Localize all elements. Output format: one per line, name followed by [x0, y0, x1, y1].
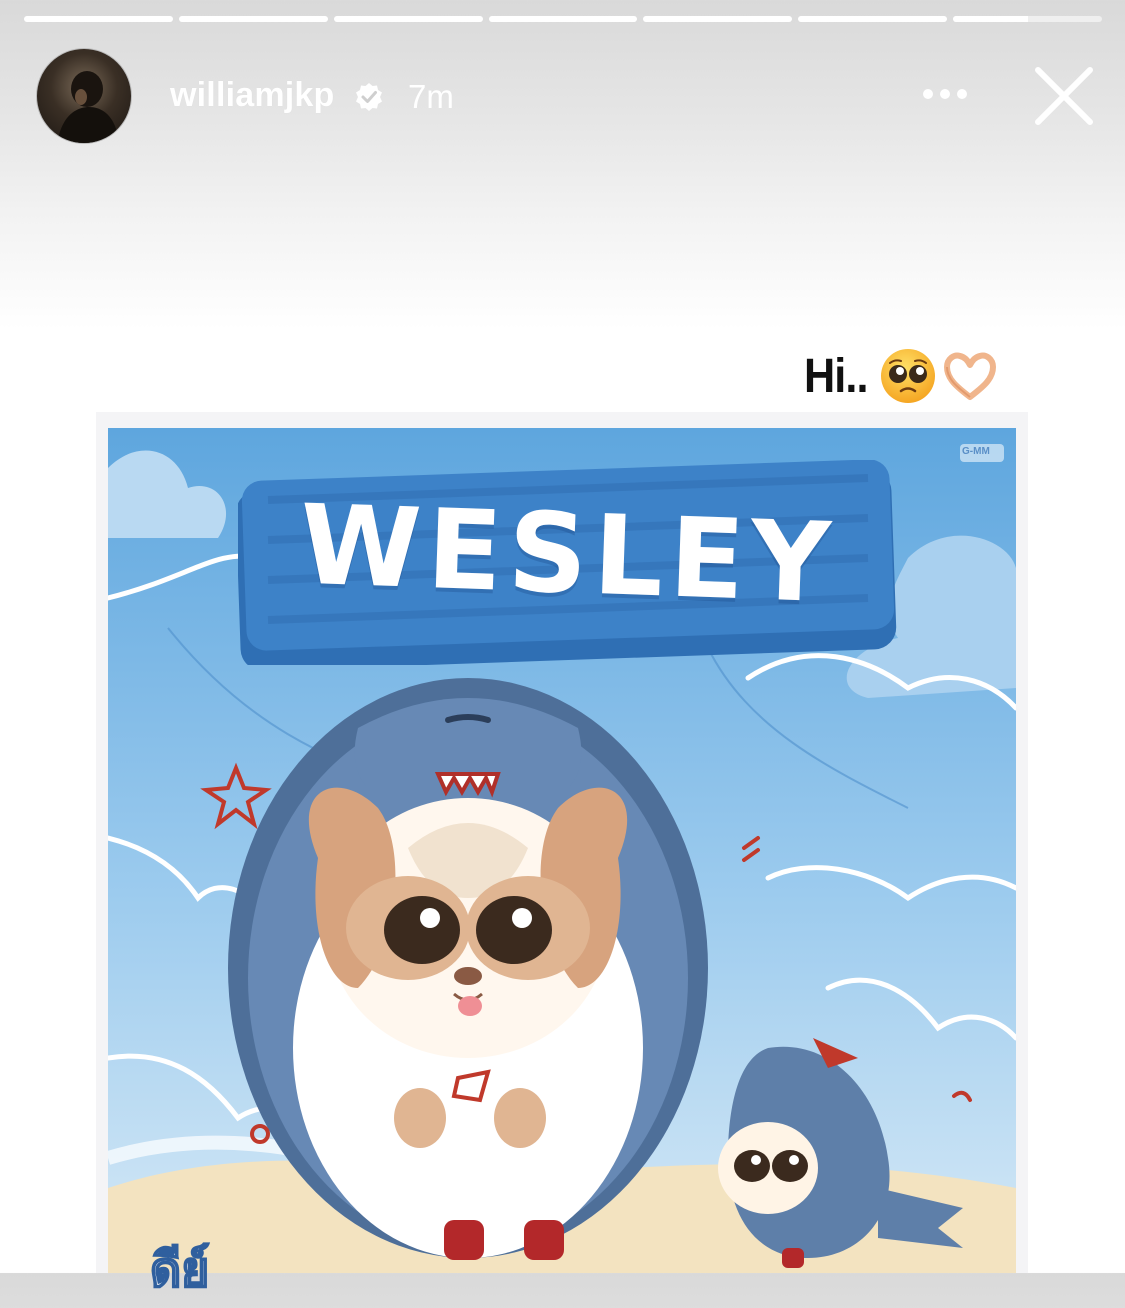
progress-segment: [178, 16, 328, 22]
story-header: williamjkp 7m: [36, 48, 1097, 144]
avatar[interactable]: [36, 48, 132, 144]
verified-badge-icon: [356, 83, 382, 111]
progress-segment-fill: [488, 16, 638, 22]
progress-segment-fill: [798, 16, 948, 22]
story-progress-bar: [24, 16, 1103, 22]
username[interactable]: williamjkp: [170, 76, 335, 115]
close-icon[interactable]: [1032, 64, 1096, 128]
caption-text: Hi..: [804, 349, 869, 403]
progress-segment: [643, 16, 793, 22]
pleading-face-emoji: [880, 349, 935, 403]
progress-segment: [953, 16, 1103, 22]
progress-segment: [798, 16, 948, 22]
gmm-logo-text: G-MM: [962, 446, 990, 457]
progress-segment: [333, 16, 483, 22]
avatar-photo: [57, 71, 119, 143]
progress-segment: [24, 16, 173, 22]
poster-bottom-text: ดีย์: [149, 1241, 210, 1299]
progress-segment-fill: [333, 16, 483, 22]
post-time: 7m: [408, 78, 454, 115]
progress-segment-fill: [24, 16, 173, 22]
story-caption: Hi..: [804, 346, 999, 406]
more-options-icon[interactable]: [920, 84, 970, 104]
progress-segment-fill: [178, 16, 328, 22]
heart-hands-emoji: [943, 352, 996, 400]
poster-title: WESLEY: [297, 480, 839, 628]
progress-segment-fill: [643, 16, 793, 22]
progress-segment: [488, 16, 638, 22]
progress-segment-fill: [953, 16, 1028, 22]
